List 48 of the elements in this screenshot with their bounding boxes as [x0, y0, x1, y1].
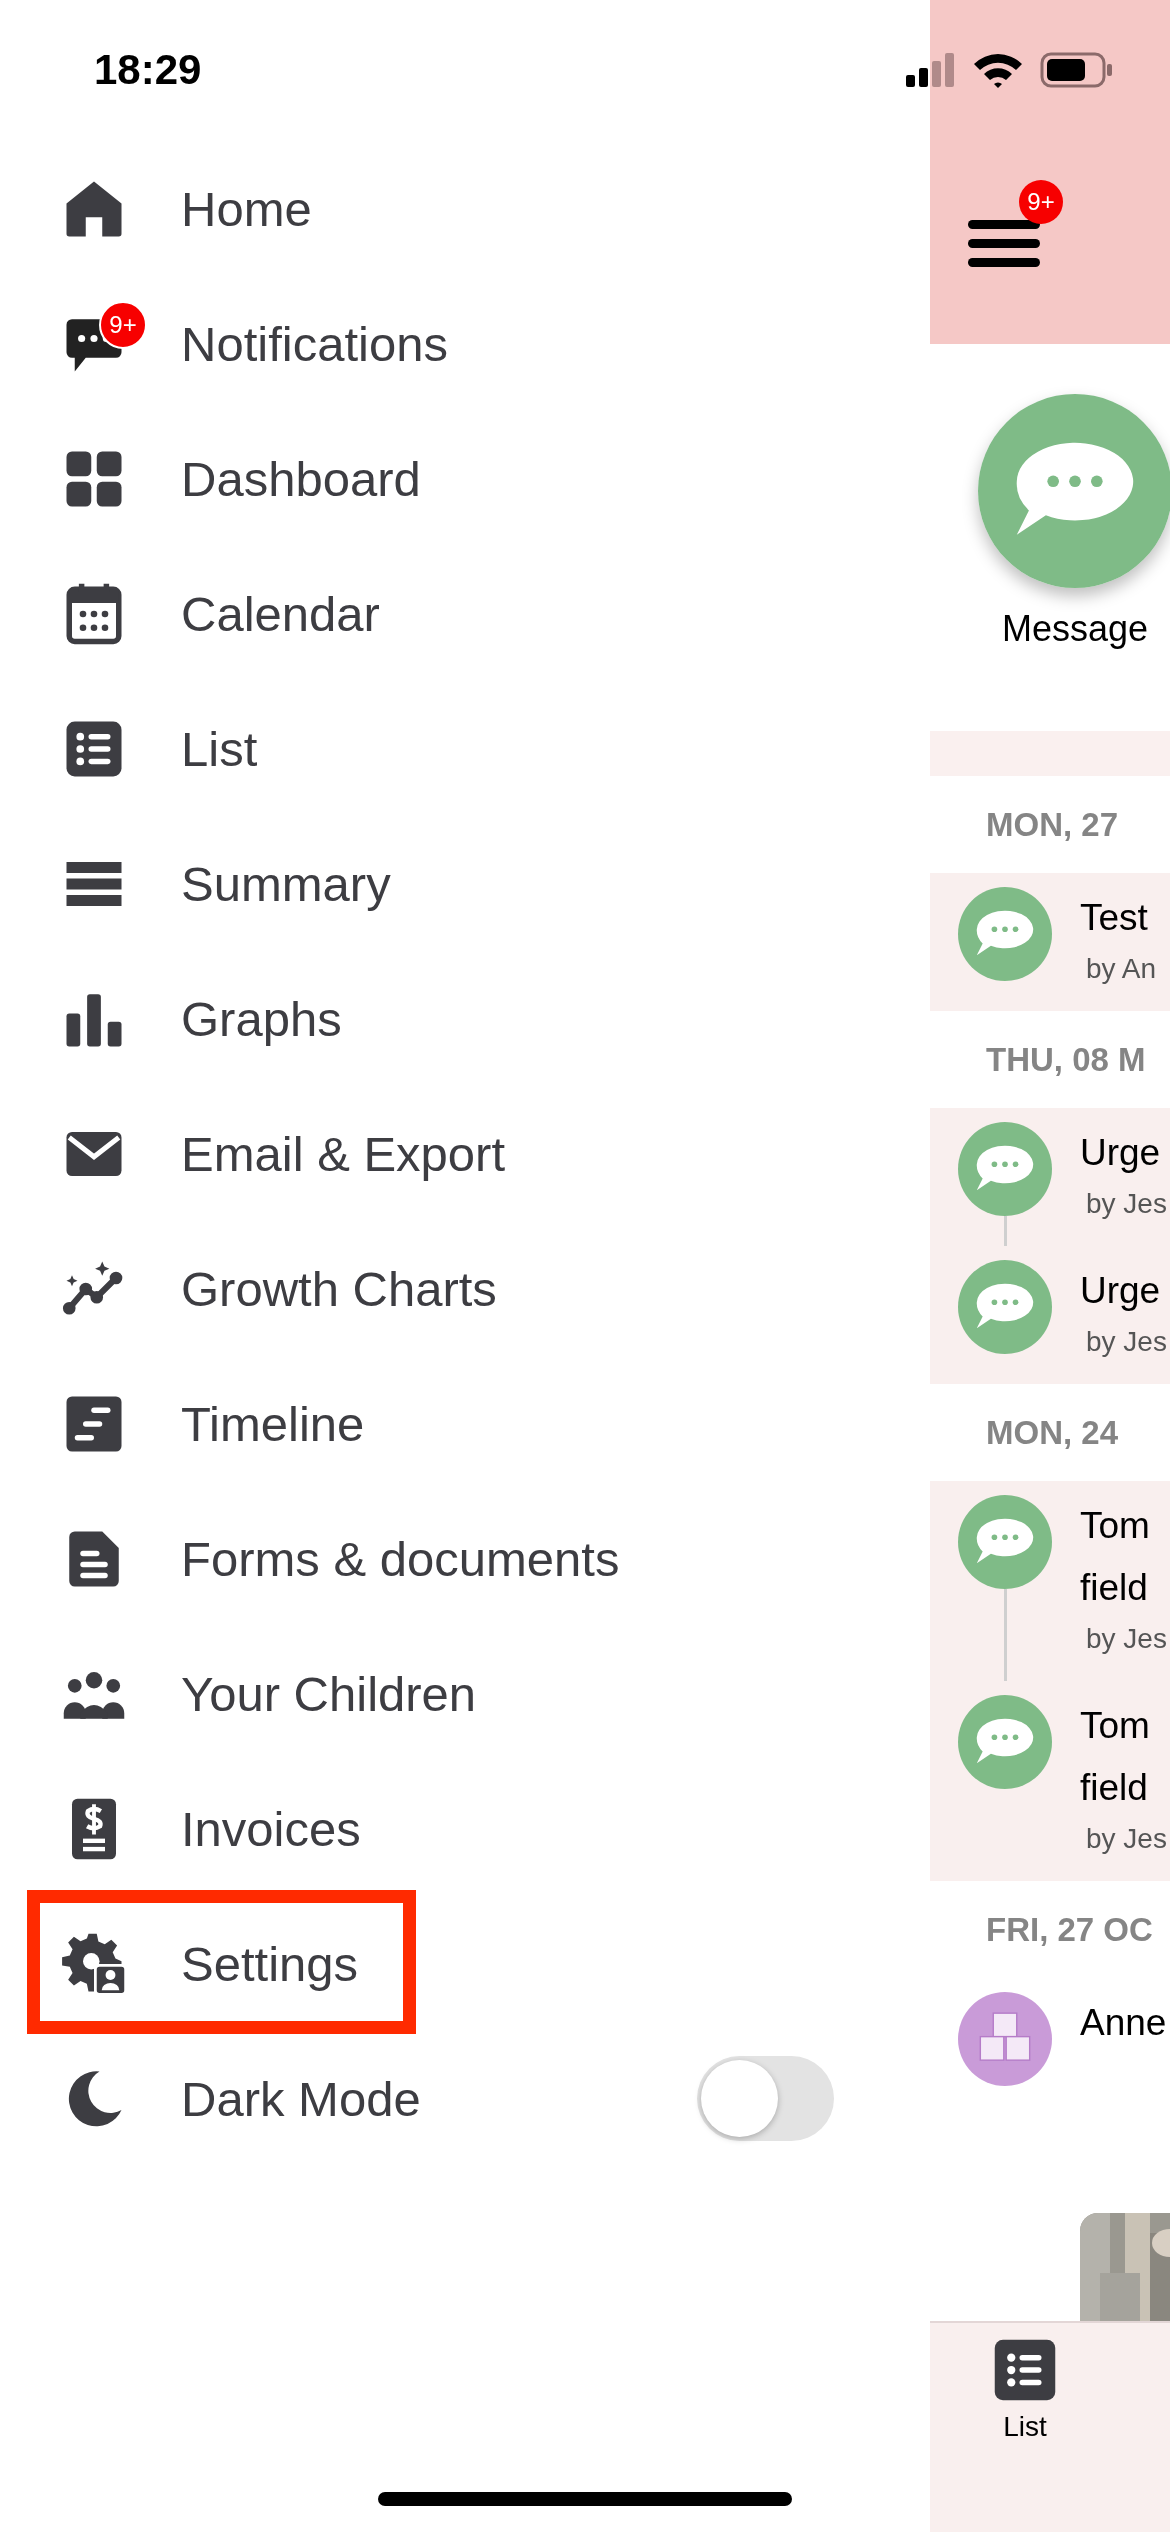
entry-author: by Jes — [1086, 1622, 1167, 1656]
message-icon — [958, 1695, 1052, 1789]
entry-title[interactable]: Tom — [1080, 1695, 1167, 1757]
entry-author: by Jes — [1086, 1325, 1167, 1359]
entry-author: by Jes — [1086, 1822, 1167, 1856]
message-icon — [958, 1122, 1052, 1216]
message-icon — [958, 1495, 1052, 1589]
message-button[interactable] — [978, 394, 1170, 588]
count-badge: 9+ — [99, 300, 147, 349]
list-icon — [992, 2337, 1058, 2403]
message-icon — [958, 887, 1052, 981]
menu-item[interactable]: Your Children — [181, 1665, 477, 1722]
count-badge: 9+ — [1019, 180, 1063, 224]
message-label: Message — [1001, 608, 1149, 650]
entry-title[interactable]: field — [1080, 1757, 1167, 1819]
message-icon — [958, 1260, 1052, 1354]
entry-author: by An — [1086, 952, 1157, 986]
date-heading: THU, 08 M — [985, 1039, 1147, 1080]
entry-title[interactable]: Tom — [1080, 1495, 1167, 1557]
menu-item[interactable]: List — [181, 720, 258, 777]
menu-item[interactable]: Settings — [181, 1935, 359, 1992]
menu-item[interactable]: Home — [181, 180, 312, 237]
dark-mode-label: Dark Mode — [181, 2070, 421, 2127]
menu-item[interactable]: Timeline — [181, 1395, 365, 1452]
status-time: 18:29 — [94, 46, 202, 94]
wifi-icon — [972, 51, 1024, 89]
menu-item[interactable]: Notifications — [181, 315, 448, 372]
battery-icon — [1040, 52, 1114, 88]
menu-item[interactable]: Graphs — [181, 990, 342, 1047]
menu-item[interactable]: Invoices — [181, 1800, 361, 1857]
date-heading: FRI, 27 OC — [985, 1909, 1154, 1950]
menu-item[interactable]: Calendar — [181, 585, 380, 642]
entry-author: by Jes — [1086, 1187, 1167, 1221]
entry-title[interactable]: Urge — [1080, 1122, 1167, 1184]
signal-icon — [906, 53, 956, 87]
entry-title[interactable]: Test — [1080, 887, 1157, 949]
menu-icon[interactable] — [968, 218, 1040, 270]
menu-item[interactable]: Dashboard — [181, 450, 421, 507]
date-heading: MON, 27 — [985, 804, 1120, 845]
date-heading: MON, 24 — [985, 1412, 1120, 1453]
menu-item[interactable]: Summary — [181, 855, 391, 912]
menu-item[interactable]: Email & Export — [181, 1125, 506, 1182]
entry-title[interactable]: field — [1080, 1557, 1167, 1619]
entry-title[interactable]: Anne — [1080, 1992, 1167, 2054]
menu-item[interactable]: Forms & documents — [181, 1530, 620, 1587]
entry-title[interactable]: Urge — [1080, 1260, 1167, 1322]
blocks-icon — [958, 1992, 1052, 2086]
menu-item[interactable]: Growth Charts — [181, 1260, 497, 1317]
